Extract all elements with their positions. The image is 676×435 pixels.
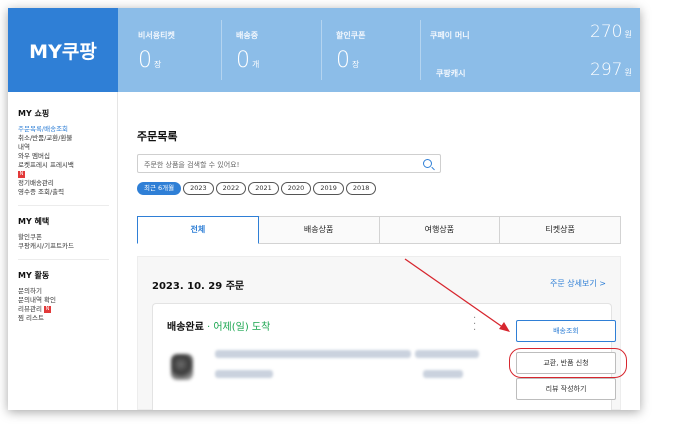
sidebar-item-inquiry[interactable]: 문의하기 [18,287,109,296]
sidebar-item-subscription[interactable]: 정기배송관리 [18,179,109,188]
sidebar-section-shopping: MY 쇼핑 주문목록/배송조회 취소/반품/교환/환불 내역 와우 멤버십 로켓… [18,108,109,206]
sidebar-new-row: N [18,170,109,179]
sidebar-item-reviews[interactable]: 리뷰관리 N [18,305,109,314]
sidebar-section-activity: MY 활동 문의하기 문의내역 확인 리뷰관리 N 찜 리스트 [18,270,109,331]
new-badge: N [44,305,51,313]
stat-value-coupons[interactable]: 0장 [336,48,359,73]
sidebar-item-orders[interactable]: 주문목록/배송조회 [18,125,109,134]
stats-bar: 비서용티켓 0장 배송중 0개 할인쿠폰 0장 쿠페이 머니 270 원 쿠팡캐시… [118,8,640,92]
sidebar-item-wishlist[interactable]: 찜 리스트 [18,314,109,323]
stat-label-cash: 쿠팡캐시 [436,69,466,78]
sidebar-item-history[interactable]: 내역 [18,143,109,152]
annotation-arrow-icon [404,258,510,332]
sidebar-item-wow[interactable]: 와우 멤버십 [18,152,109,161]
divider [221,20,222,80]
sidebar-item-coupons[interactable]: 할인쿠폰 [18,233,109,242]
stat-label-tickets: 비서용티켓 [138,31,175,40]
sidebar-item-freshbag[interactable]: 로켓프레시 프레시백 [18,161,109,170]
stat-value-tickets[interactable]: 0장 [138,48,161,73]
sidebar-item-receipt[interactable]: 영수증 조회/출력 [18,188,109,197]
stat-label-coupons: 할인쿠폰 [336,31,366,40]
logo-text: MY쿠팡 [29,40,97,63]
sidebar-item-cash-giftcard[interactable]: 쿠팡캐시/기프트카드 [18,242,109,251]
sidebar-title-activity: MY 활동 [18,271,50,280]
sidebar-section-benefits: MY 혜택 할인쿠폰 쿠팡캐시/기프트카드 [18,216,109,260]
stat-value-cash[interactable]: 297 원 [590,60,632,80]
my-coupang-logo[interactable]: MY쿠팡 [8,8,118,92]
sidebar-title-benefits: MY 혜택 [18,217,50,226]
coupang-window: MY쿠팡 비서용티켓 0장 배송중 0개 할인쿠폰 0장 쿠페이 머니 270 원… [8,8,640,410]
stat-value-coupay[interactable]: 270 원 [590,22,632,42]
sidebar: MY 쇼핑 주문목록/배송조회 취소/반품/교환/환불 내역 와우 멤버십 로켓… [8,92,118,410]
stat-value-shipping[interactable]: 0개 [236,48,259,73]
sidebar-title-shopping: MY 쇼핑 [18,109,50,118]
stat-label-coupay: 쿠페이 머니 [430,31,470,40]
divider [321,20,322,80]
stat-label-shipping: 배송중 [236,31,259,40]
main-content: 주문목록 주문한 상품을 검색할 수 있어요! 최근 6개월 2023 2022… [118,92,640,410]
sidebar-item-inquiry-history[interactable]: 문의내역 확인 [18,296,109,305]
sidebar-item-cancel-return[interactable]: 취소/반품/교환/환불 [18,134,109,143]
new-badge: N [18,170,25,178]
divider [420,20,421,80]
